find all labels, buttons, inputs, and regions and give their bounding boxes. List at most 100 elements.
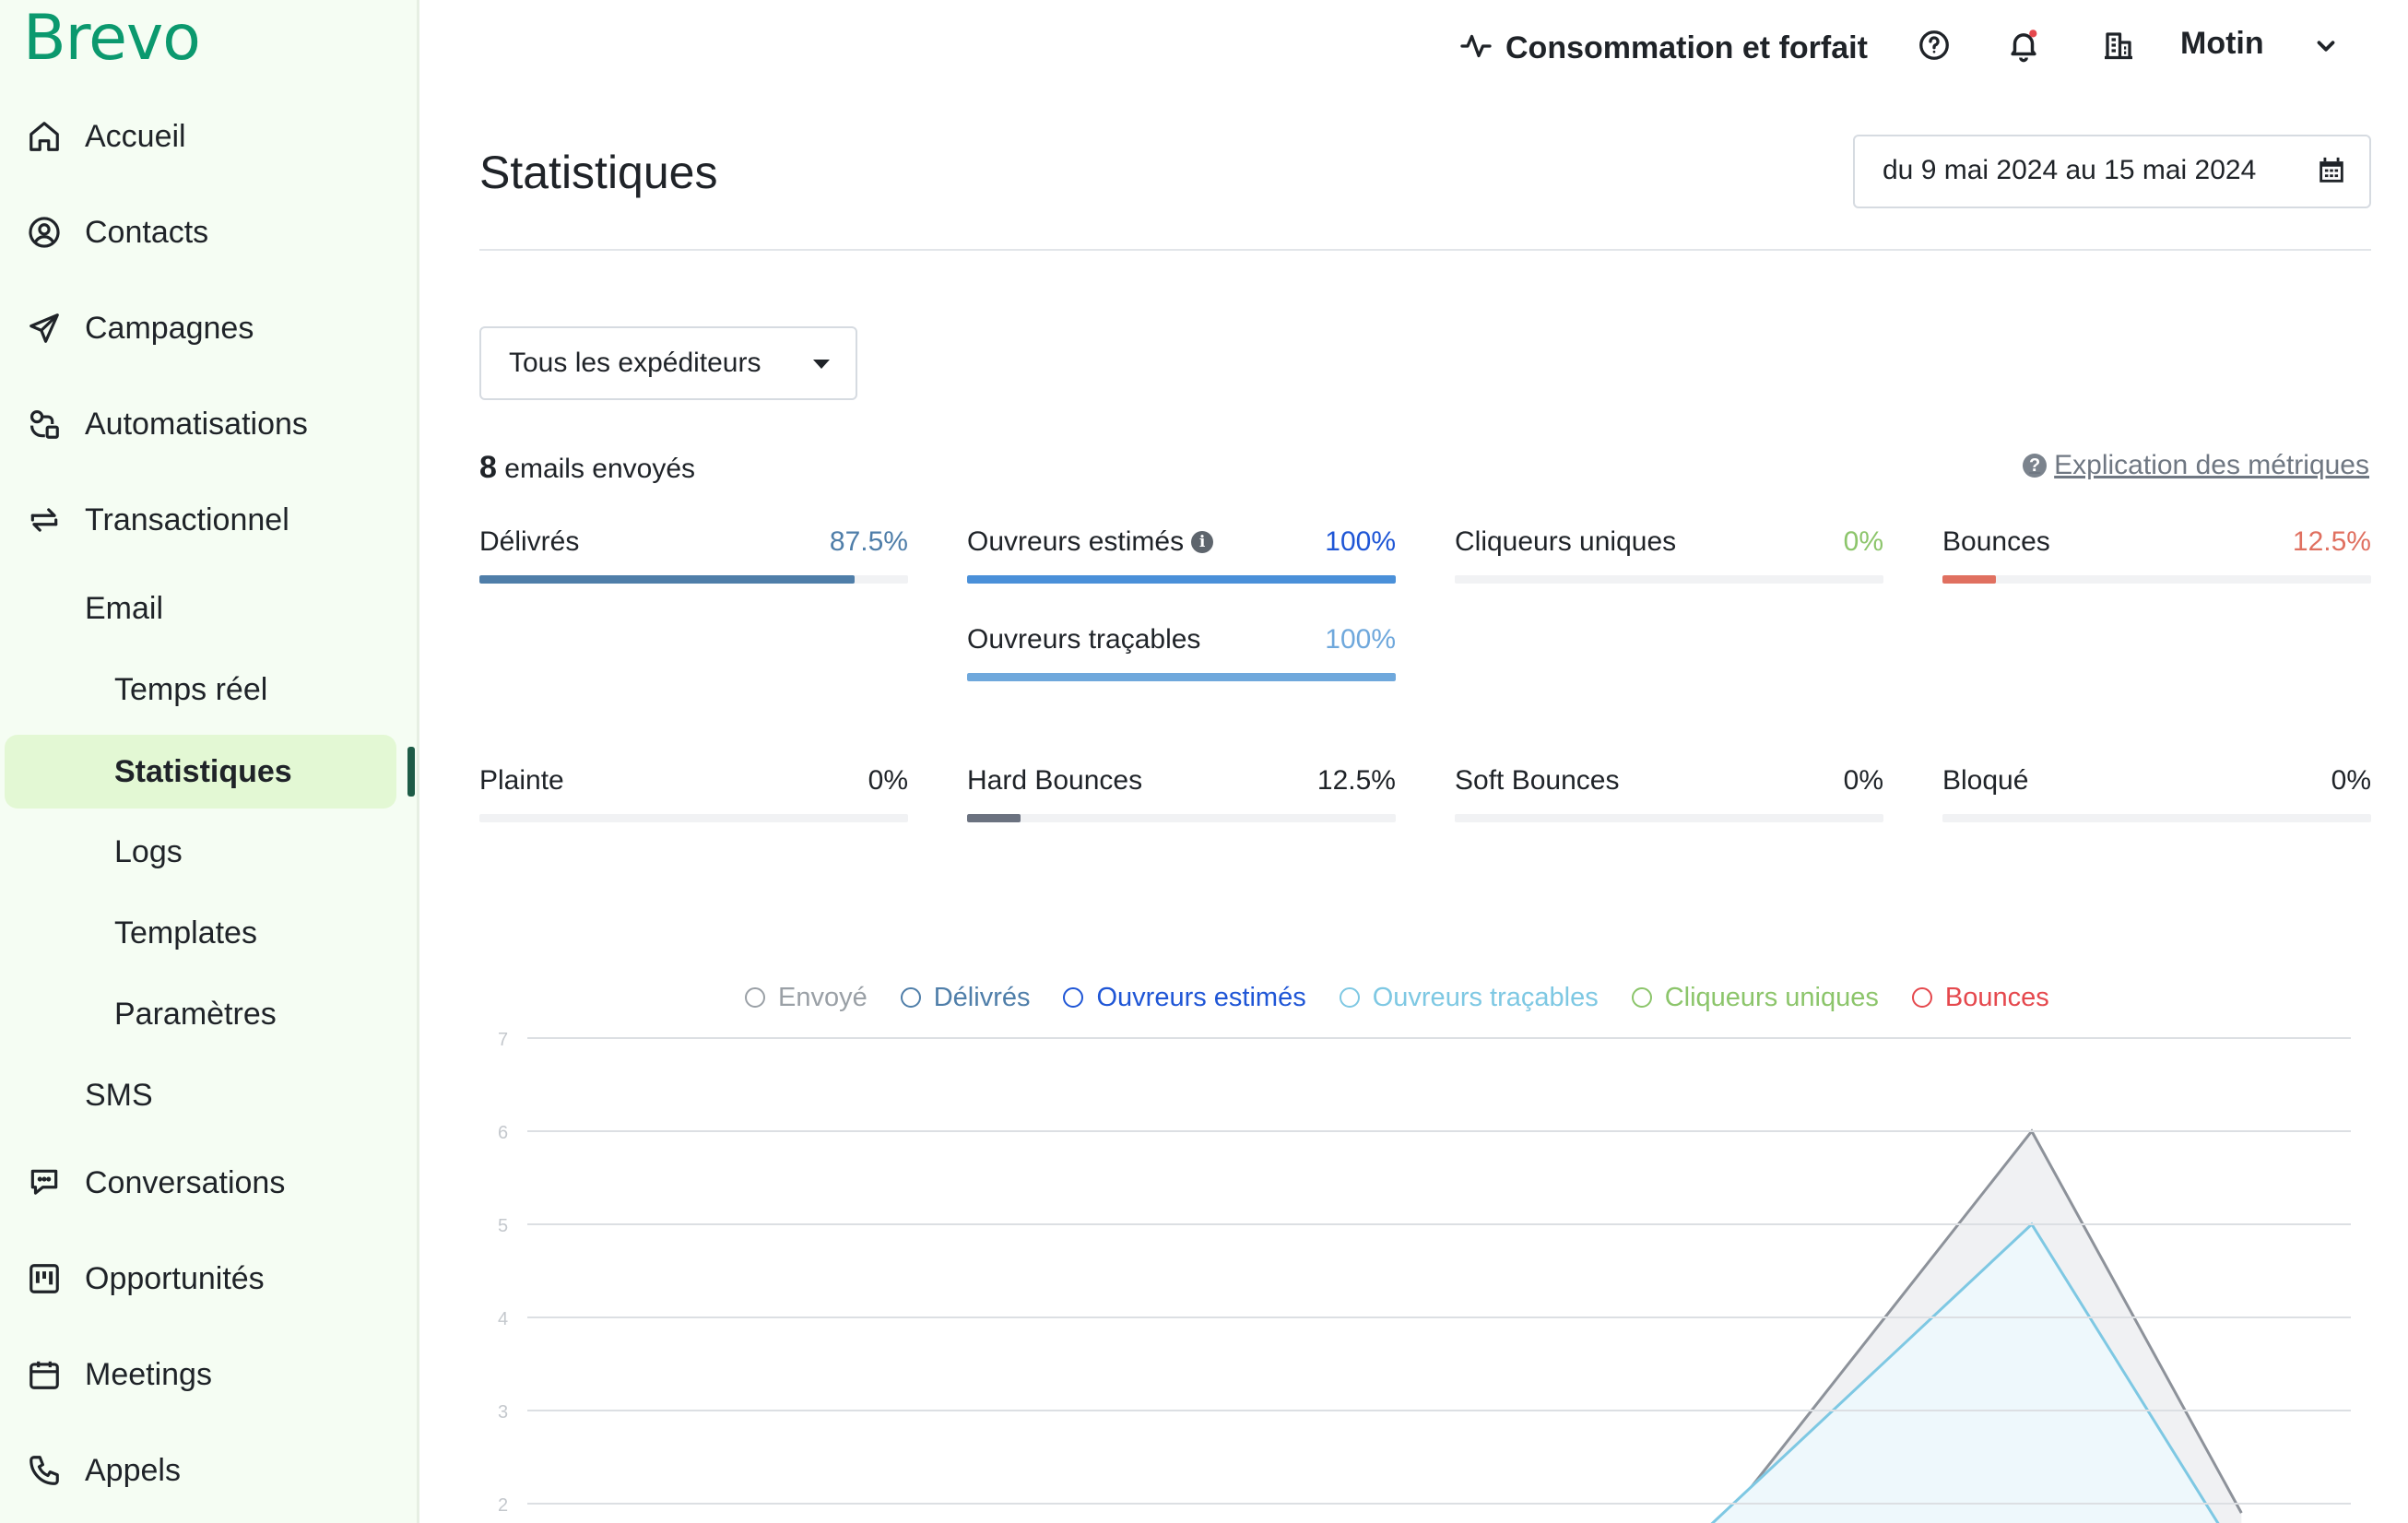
sender-select-value: Tous les expéditeurs xyxy=(509,348,761,378)
metric-progress-track xyxy=(1942,575,2371,584)
y-tick-label: 3 xyxy=(498,1402,508,1423)
sidebar-item-logs[interactable]: Logs xyxy=(114,815,183,889)
y-tick-label: 6 xyxy=(498,1123,508,1143)
metrics-explanation-link[interactable]: ? Explication des métriques xyxy=(2023,450,2369,481)
metric-value: 87.5% xyxy=(829,526,908,557)
metric-progress-fill xyxy=(479,575,855,584)
transactional-icon xyxy=(26,502,63,538)
sender-select[interactable]: Tous les expéditeurs xyxy=(479,326,857,400)
metric-progress-track xyxy=(479,575,908,584)
active-item-marker xyxy=(407,747,415,797)
y-tick-label: 4 xyxy=(498,1309,508,1329)
sidebar-item-templates[interactable]: Templates xyxy=(114,896,257,970)
sidebar-item-label: Contacts xyxy=(85,214,209,250)
legend-label: Ouvreurs estimés xyxy=(1096,982,1306,1012)
legend-item-envoye[interactable]: Envoyé xyxy=(745,983,868,1013)
consumption-plan-button[interactable]: Consommation et forfait xyxy=(1459,23,1868,73)
legend-item-ouvreurs-tracables[interactable]: Ouvreurs traçables xyxy=(1339,982,1599,1013)
metrics-explanation-label: Explication des métriques xyxy=(2054,450,2369,480)
metric-name: Cliqueurs uniques xyxy=(1455,526,1677,557)
sidebar-item-label: Opportunités xyxy=(85,1260,265,1296)
metric-value: 100% xyxy=(1325,624,1396,655)
metric-progress-track xyxy=(1455,575,1883,584)
organization-button[interactable] xyxy=(2097,26,2140,68)
header-divider xyxy=(479,249,2371,251)
phone-icon xyxy=(26,1452,63,1489)
sidebar-item-email[interactable]: Email xyxy=(85,572,163,645)
metric-value: 0% xyxy=(1843,765,1883,796)
stats-chart: 7 6 5 4 3 2 xyxy=(498,1030,2351,1523)
bell-icon xyxy=(2006,28,2041,67)
date-range-picker[interactable]: du 9 mai 2024 au 15 mai 2024 xyxy=(1853,135,2371,208)
legend-item-bounces[interactable]: Bounces xyxy=(1911,982,2049,1013)
sidebar-item-label: Appels xyxy=(85,1452,181,1488)
sidebar-item-label: Accueil xyxy=(85,118,186,154)
legend-label: Ouvreurs traçables xyxy=(1372,982,1599,1012)
building-icon xyxy=(2102,29,2135,66)
metric-value: 12.5% xyxy=(1316,765,1396,796)
account-name[interactable]: Motin xyxy=(2180,26,2264,62)
calendar-icon xyxy=(26,1356,63,1393)
metric-progress-fill xyxy=(967,575,1396,584)
chevron-down-icon xyxy=(2312,32,2340,65)
page-title: Statistiques xyxy=(479,147,718,198)
legend-label: Bounces xyxy=(1944,982,2049,1012)
date-range-value: du 9 mai 2024 au 15 mai 2024 xyxy=(1883,155,2257,185)
legend-label: Envoyé xyxy=(778,982,868,1012)
metric-progress-track xyxy=(967,575,1396,584)
metric-progress-track xyxy=(1942,814,2371,822)
legend-item-ouvreurs-estimes[interactable]: Ouvreurs estimés xyxy=(1063,982,1306,1013)
sidebar-item-campagnes[interactable]: Campagnes xyxy=(0,287,406,370)
y-tick-label: 2 xyxy=(498,1495,508,1516)
metric-progress-fill xyxy=(1942,575,1997,584)
sidebar-item-label: Transactionnel xyxy=(85,502,289,537)
chat-icon xyxy=(26,1164,63,1201)
calendar-icon xyxy=(2316,155,2349,188)
legend-marker xyxy=(1063,987,1084,1008)
metric-name: Plainte xyxy=(479,765,564,796)
activity-icon xyxy=(1459,30,1493,67)
help-button[interactable] xyxy=(1913,26,1955,68)
legend-item-cliqueurs-uniques[interactable]: Cliqueurs uniques xyxy=(1631,982,1879,1013)
legend-marker xyxy=(1339,987,1360,1008)
sidebar-item-automatisations[interactable]: Automatisations xyxy=(0,383,406,466)
legend-marker xyxy=(1911,987,1932,1008)
sidebar-item-statistiques[interactable]: Statistiques xyxy=(114,735,292,809)
sidebar-item-transactionnel[interactable]: Transactionnel xyxy=(0,478,406,561)
send-icon xyxy=(26,310,63,347)
sidebar: Brevo Accueil Contacts Campagnes Automat… xyxy=(0,0,419,1523)
metric-name: Bounces xyxy=(1942,526,2050,557)
top-bar: Consommation et forfait Motin xyxy=(419,0,2408,97)
sidebar-item-contacts[interactable]: Contacts xyxy=(0,191,406,274)
metric-value: 100% xyxy=(1325,526,1396,557)
metric-name: Soft Bounces xyxy=(1455,765,1620,796)
legend-marker xyxy=(745,987,765,1008)
kanban-icon xyxy=(26,1260,63,1297)
legend-label: Cliqueurs uniques xyxy=(1664,982,1879,1012)
metric-progress-fill xyxy=(967,814,1021,822)
legend-label: Délivrés xyxy=(933,982,1031,1012)
sidebar-item-conversations[interactable]: Conversations xyxy=(0,1141,406,1224)
sidebar-item-label: Meetings xyxy=(85,1356,212,1392)
brevo-logo[interactable]: Brevo xyxy=(23,2,201,75)
metric-name: Hard Bounces xyxy=(967,765,1143,796)
legend-item-delivres[interactable]: Délivrés xyxy=(900,982,1031,1013)
legend-marker xyxy=(900,987,921,1008)
sidebar-item-opportunites[interactable]: Opportunités xyxy=(0,1237,406,1320)
account-menu-button[interactable] xyxy=(2308,30,2344,66)
sidebar-item-accueil[interactable]: Accueil xyxy=(0,95,406,178)
contact-icon xyxy=(26,214,63,251)
legend-marker xyxy=(1631,987,1652,1008)
automation-icon xyxy=(26,406,63,443)
sidebar-item-meetings[interactable]: Meetings xyxy=(0,1333,406,1416)
sidebar-item-sms[interactable]: SMS xyxy=(85,1058,153,1132)
metric-value: 0% xyxy=(2331,765,2371,796)
metric-value: 0% xyxy=(868,765,908,796)
sidebar-item-appels[interactable]: Appels xyxy=(0,1429,406,1512)
sidebar-item-parametres[interactable]: Paramètres xyxy=(114,977,277,1051)
consumption-plan-label: Consommation et forfait xyxy=(1505,30,1868,65)
info-icon[interactable]: i xyxy=(1191,531,1214,553)
sidebar-item-temps-reel[interactable]: Temps réel xyxy=(114,653,267,726)
sidebar-item-label: Automatisations xyxy=(85,406,308,442)
notifications-button[interactable] xyxy=(2002,26,2045,68)
